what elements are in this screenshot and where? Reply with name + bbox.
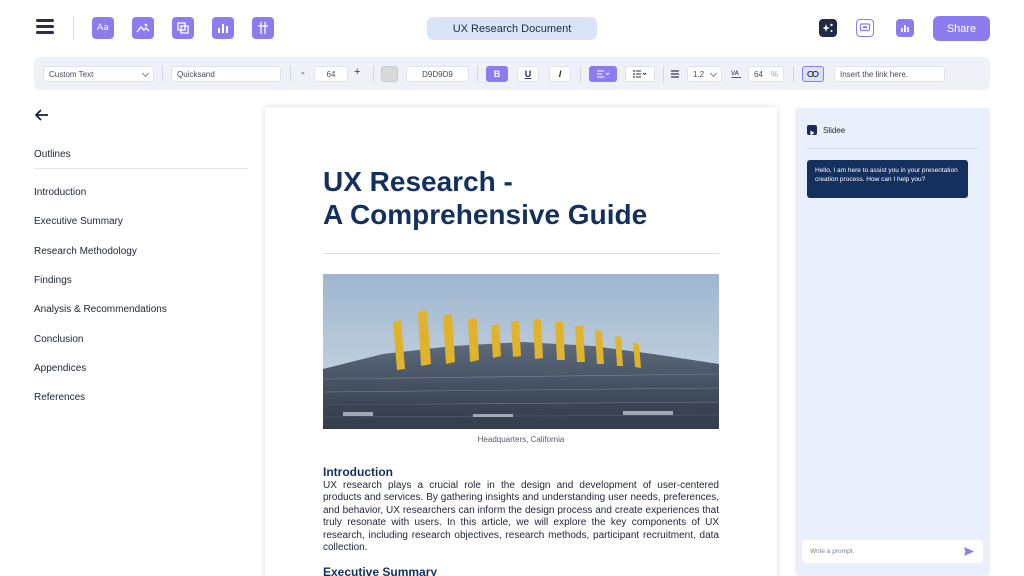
- shapes-tool-button[interactable]: [172, 17, 194, 39]
- chevron-down-icon: [709, 69, 718, 78]
- toolbar-divider: [580, 66, 581, 82]
- toolbar-divider: [477, 66, 478, 82]
- prompt-input[interactable]: Write a prompt.: [802, 540, 983, 563]
- toolbar-divider: [663, 66, 664, 82]
- assistant-panel: Slidee Hello, I am here to assist you in…: [795, 108, 990, 576]
- analytics-button[interactable]: [896, 19, 914, 37]
- shapes-icon: [177, 22, 189, 34]
- letter-spacing-icon: VA: [731, 70, 741, 78]
- toolbar-divider: [793, 66, 794, 82]
- link-input[interactable]: Insert the link here.: [834, 66, 945, 82]
- outline-item-analysis-recommendations[interactable]: Analysis & Recommendations: [34, 304, 167, 315]
- text-style-value: Custom Text: [49, 69, 94, 79]
- document-page[interactable]: UX Research - A Comprehensive Guide Head…: [265, 107, 777, 576]
- send-icon[interactable]: [963, 546, 975, 557]
- color-hex-value: D9D9D9: [422, 69, 453, 79]
- outlines-title: Outlines: [34, 149, 71, 160]
- text-style-select[interactable]: Custom Text: [43, 66, 154, 82]
- toolbar-divider: [290, 66, 291, 82]
- ai-assist-button[interactable]: [819, 19, 837, 37]
- format-toolbar: Custom Text Quicksand - 64 + D9D9D9 B U …: [34, 57, 990, 90]
- executive-summary-heading[interactable]: Executive Summary: [323, 565, 437, 576]
- bold-button[interactable]: B: [486, 66, 508, 82]
- font-family-field[interactable]: Quicksand: [171, 66, 281, 82]
- align-select[interactable]: [589, 66, 617, 82]
- increase-size-button[interactable]: +: [354, 66, 360, 78]
- sparkle-icon: [822, 23, 833, 32]
- comment-button[interactable]: [856, 19, 874, 37]
- link-icon: [807, 70, 819, 78]
- color-hex-field[interactable]: D9D9D9: [406, 66, 469, 82]
- chart-tool-button[interactable]: [212, 17, 234, 39]
- layout-tool-button[interactable]: [252, 17, 274, 39]
- image-tool-button[interactable]: [132, 17, 154, 39]
- outline-item-appendices[interactable]: Appendices: [34, 363, 86, 374]
- divider: [73, 17, 74, 39]
- image-caption: Headquarters, California: [477, 435, 565, 444]
- list-icon: [633, 70, 647, 78]
- back-arrow-icon[interactable]: [34, 108, 50, 122]
- headquarters-image[interactable]: [323, 274, 719, 429]
- chart-icon: [218, 24, 228, 33]
- toolbar-divider: [162, 66, 163, 82]
- analytics-icon: [901, 25, 909, 32]
- slidee-logo-icon: [807, 125, 817, 136]
- comment-icon: [859, 23, 871, 32]
- font-size-field[interactable]: 64: [314, 66, 348, 82]
- text-tool-button[interactable]: Aa: [92, 17, 114, 39]
- layout-icon: [258, 22, 268, 34]
- list-select[interactable]: [625, 66, 655, 82]
- document-heading[interactable]: UX Research - A Comprehensive Guide: [323, 165, 647, 231]
- link-button[interactable]: [802, 66, 824, 82]
- outline-item-findings[interactable]: Findings: [34, 275, 72, 286]
- decrease-size-button[interactable]: -: [301, 67, 305, 79]
- link-input-placeholder: Insert the link here.: [840, 69, 909, 79]
- underline-button[interactable]: U: [517, 66, 539, 82]
- toolbar-divider: [373, 66, 374, 82]
- heading-divider: [323, 253, 719, 254]
- font-family-value: Quicksand: [177, 69, 215, 79]
- document-title[interactable]: UX Research Document: [427, 17, 597, 40]
- assistant-message: Hello, I am here to assist you in your p…: [807, 160, 968, 198]
- chat-divider: [807, 148, 979, 149]
- outline-item-research-methodology[interactable]: Research Methodology: [34, 246, 137, 257]
- font-size-value: 64: [326, 69, 336, 79]
- heading-line-1: UX Research -: [323, 166, 513, 197]
- scale-field[interactable]: 64 %: [748, 66, 784, 82]
- outline-item-references[interactable]: References: [34, 392, 85, 403]
- image-icon: [136, 23, 150, 33]
- share-button[interactable]: Share: [933, 16, 990, 41]
- heading-line-2: A Comprehensive Guide: [323, 199, 648, 230]
- color-swatch[interactable]: [381, 66, 398, 82]
- svg-text:VA: VA: [731, 70, 740, 77]
- chevron-down-icon: [141, 69, 150, 78]
- line-spacing-select[interactable]: 1.2: [687, 66, 722, 82]
- prompt-placeholder: Write a prompt.: [810, 548, 855, 555]
- scale-value: 64: [754, 69, 763, 79]
- outlines-divider: [34, 168, 248, 169]
- line-spacing-icon: [671, 70, 679, 78]
- introduction-heading[interactable]: Introduction: [323, 465, 393, 479]
- introduction-paragraph[interactable]: UX research plays a crucial role in the …: [323, 480, 719, 554]
- outline-item-introduction[interactable]: Introduction: [34, 187, 86, 198]
- italic-button[interactable]: I: [549, 66, 571, 82]
- outline-item-conclusion[interactable]: Conclusion: [34, 334, 83, 345]
- top-bar: Aa UX Research Document Share: [0, 0, 1024, 56]
- hamburger-menu-icon[interactable]: [36, 19, 54, 37]
- assistant-name: Slidee: [823, 126, 846, 135]
- text-icon: Aa: [97, 23, 109, 33]
- line-spacing-value: 1.2: [693, 69, 705, 79]
- outline-item-executive-summary[interactable]: Executive Summary: [34, 216, 123, 227]
- align-left-icon: [597, 70, 610, 78]
- percent-label: %: [770, 69, 778, 79]
